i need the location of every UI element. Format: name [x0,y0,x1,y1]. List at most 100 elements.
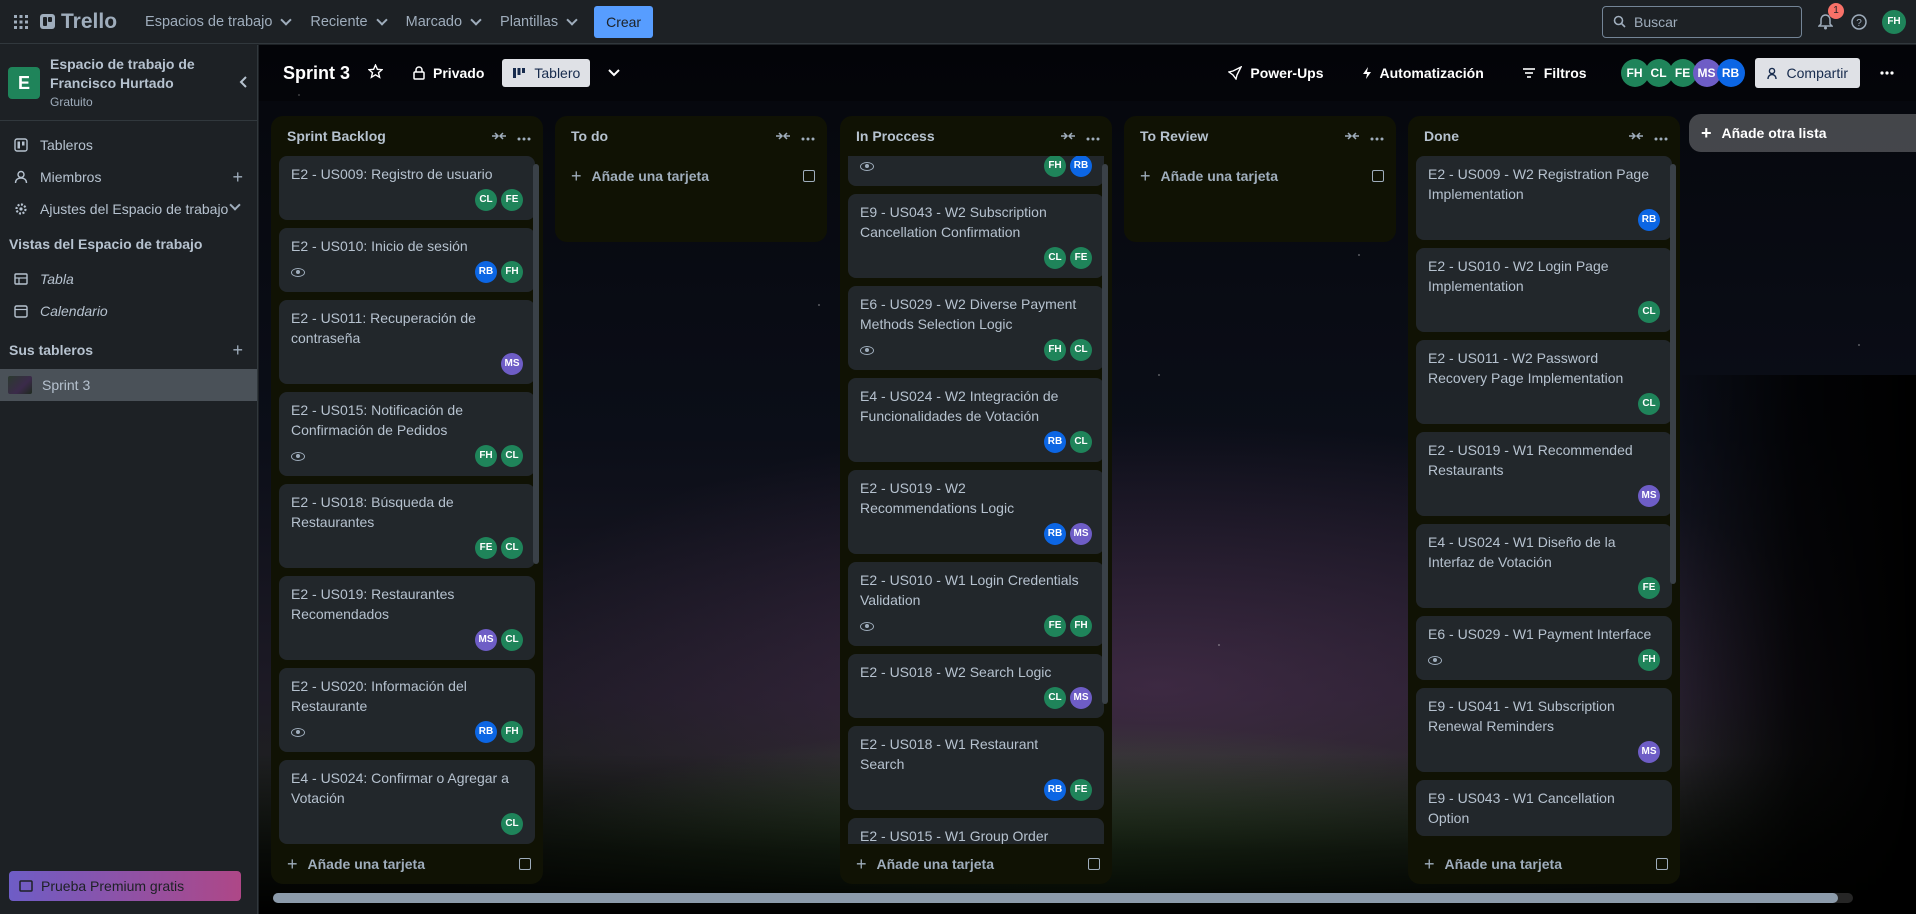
filters-button[interactable]: Filtros [1512,59,1597,87]
card[interactable]: E2 - US015 - W1 Group Order Confirmation… [848,818,1104,844]
search-input[interactable]: Buscar [1602,5,1802,38]
member-avatar[interactable]: FH [1044,156,1066,177]
add-board-icon[interactable]: + [232,340,243,361]
card[interactable]: E9 - US041 - W1 Subscription Renewal Rem… [1416,688,1672,772]
member-avatar[interactable]: RB [1044,523,1066,545]
card[interactable]: E2 - US011: Recuperación de contraseña MS [279,300,535,384]
list-title[interactable]: To do [571,128,608,144]
card[interactable]: E6 - US029 - W2 Diverse Payment Methods … [848,286,1104,370]
card[interactable]: E4 - US024 - W2 Integración de Funcional… [848,378,1104,462]
collapse-list-icon[interactable] [1060,128,1076,144]
card-template-icon[interactable] [1656,858,1668,870]
card-template-icon[interactable] [1088,858,1100,870]
member-avatar[interactable]: FE [1070,247,1092,269]
member-avatar[interactable]: RB [1044,431,1066,453]
board-menu-button[interactable] [1870,65,1904,81]
create-button[interactable]: Crear [594,5,654,38]
member-avatar[interactable]: MS [1070,687,1092,709]
member-avatar[interactable]: MS [1070,523,1092,545]
list-menu-icon[interactable] [801,128,815,144]
collapse-list-icon[interactable] [491,128,507,144]
trello-logo[interactable]: Trello [40,10,117,34]
member-avatar[interactable]: MS [1638,485,1660,507]
member-avatar[interactable]: CL [1044,247,1066,269]
menu-starred[interactable]: Marcado [396,8,490,36]
collapse-list-icon[interactable] [775,128,791,144]
list-scrollbar[interactable] [1670,164,1676,584]
sidebar-board-sprint-3[interactable]: Sprint 3 [0,369,257,401]
power-ups-button[interactable]: Power-Ups [1218,59,1333,87]
member-avatar[interactable]: RB [475,261,497,283]
member-avatar[interactable]: FE [1070,779,1092,801]
list-header[interactable]: To do [555,116,827,156]
member-avatar[interactable]: FH [1638,649,1660,671]
sidebar-item-boards[interactable]: Tableros [0,129,257,161]
menu-recent[interactable]: Reciente [300,8,395,36]
list-scrollbar[interactable] [1102,164,1108,704]
app-switcher-icon[interactable] [10,11,32,33]
add-card-button[interactable]: + Añade una tarjeta [1124,156,1396,196]
add-list-button[interactable]: + Añade otra lista [1689,114,1916,152]
card[interactable]: E2 - US018: Búsqueda de Restaurantes FE CL [279,484,535,568]
card[interactable]: E2 - US010 - W2 Login Page Implementatio… [1416,248,1672,332]
collapse-list-icon[interactable] [1628,128,1644,144]
card[interactable]: E4 - US024 - W1 Diseño de la Interfaz de… [1416,524,1672,608]
premium-trial-button[interactable]: Prueba Premium gratis [9,871,241,901]
menu-workspaces[interactable]: Espacios de trabajo [135,8,300,36]
collapse-list-icon[interactable] [1344,128,1360,144]
notifications-button[interactable]: 1 [1814,2,1844,33]
board-view-button[interactable]: Tablero [502,59,591,87]
scrollbar-thumb[interactable] [273,893,1838,903]
member-avatar[interactable]: CL [501,813,523,835]
member-avatar[interactable]: MS [475,629,497,651]
member-avatar[interactable]: RB [1638,209,1660,231]
member-avatar[interactable]: CL [1638,301,1660,323]
member-avatar[interactable]: FH [1044,339,1066,361]
sidebar-item-settings[interactable]: Ajustes del Espacio de trabajo [0,193,257,225]
list-menu-icon[interactable] [1086,128,1100,144]
member-avatar[interactable]: CL [501,445,523,467]
card-template-icon[interactable] [803,170,815,182]
member-avatar[interactable]: RB [475,721,497,743]
horizontal-scrollbar[interactable] [273,893,1853,903]
add-card-button[interactable]: + Añade una tarjeta [840,844,1112,884]
member-avatar[interactable]: CL [475,189,497,211]
member-avatar[interactable]: RB [1044,779,1066,801]
sidebar-item-members[interactable]: Miembros + [0,161,257,193]
card[interactable]: E9 - US043 - W2 Subscription Cancellatio… [848,194,1104,278]
list-header[interactable]: Done [1408,116,1680,156]
card[interactable]: E2 - US018 - W2 Search Logic CL MS [848,654,1104,718]
member-avatar[interactable]: FE [501,189,523,211]
member-avatar[interactable]: CL [501,537,523,559]
list-title[interactable]: Done [1424,128,1459,144]
collapse-sidebar-button[interactable] [239,75,249,93]
add-card-button[interactable]: + Añade una tarjeta [555,156,827,196]
member-avatar[interactable]: CL [1070,431,1092,453]
member-avatar[interactable]: CL [1044,687,1066,709]
board-title[interactable]: Sprint 3 [283,63,350,84]
card[interactable]: E2 - US018 - W1 Restaurant Search RB FE [848,726,1104,810]
list-title[interactable]: Sprint Backlog [287,128,386,144]
member-avatar[interactable]: MS [501,353,523,375]
card[interactable]: E2 - US011 - W2 Password Recovery Page I… [1416,340,1672,424]
card[interactable]: E9 - US043 - W1 Cancellation Option [1416,780,1672,836]
card[interactable]: E2 - US010 - W1 Login Credentials Valida… [848,562,1104,646]
automation-button[interactable]: Automatización [1352,59,1494,87]
add-member-icon[interactable]: + [232,167,243,188]
menu-templates[interactable]: Plantillas [490,8,586,36]
member-avatar[interactable]: RB [1716,59,1745,87]
card-template-icon[interactable] [1372,170,1384,182]
card[interactable]: E2 - US019 - W2 Recommendations Logic RB M… [848,470,1104,554]
card[interactable]: E2 - US009: Registro de usuario CL FE [279,156,535,220]
switch-view-button[interactable] [598,63,630,83]
member-avatar[interactable]: CL [1070,339,1092,361]
card[interactable]: E2 - US010: Inicio de sesión RB FH [279,228,535,292]
list-menu-icon[interactable] [517,128,531,144]
help-button[interactable]: ? [1848,11,1870,33]
list-header[interactable]: To Review [1124,116,1396,156]
card[interactable]: FH RB [848,156,1104,186]
member-avatar[interactable]: FH [501,721,523,743]
member-avatar[interactable]: FH [475,445,497,467]
card[interactable]: E2 - US015: Notificación de Confirmación… [279,392,535,476]
card[interactable]: E2 - US009 - W2 Registration Page Implem… [1416,156,1672,240]
